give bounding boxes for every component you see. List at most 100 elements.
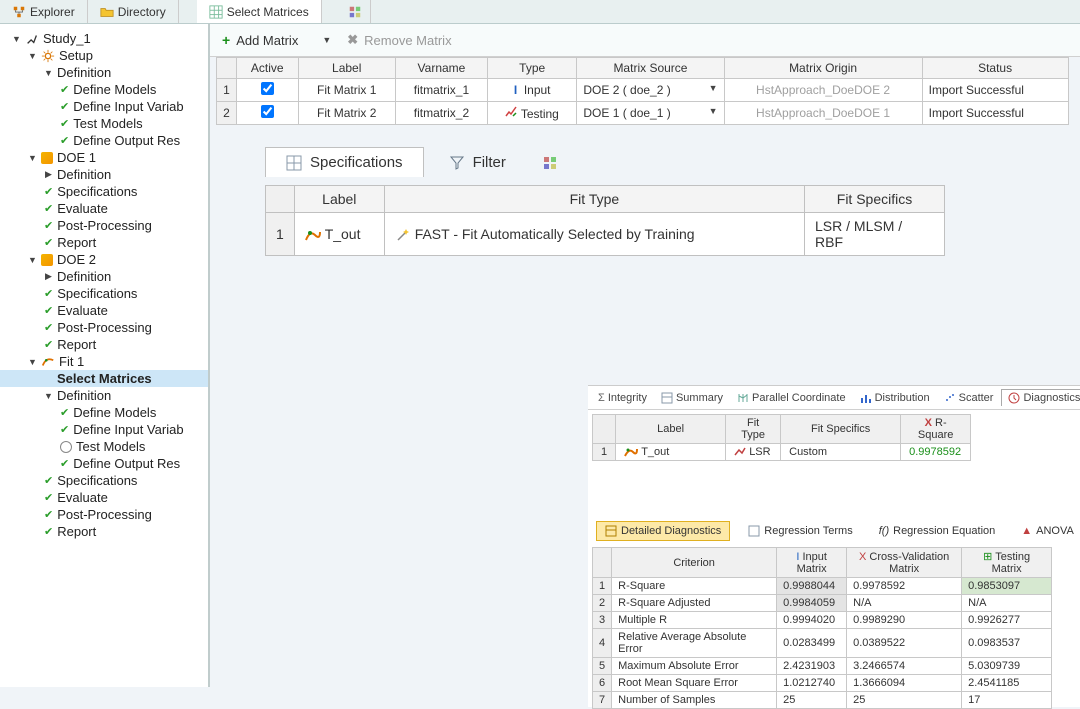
tree-item[interactable]: ✔Define Models	[0, 404, 208, 421]
scope-icon	[25, 32, 39, 46]
line-icon	[734, 447, 746, 457]
table-icon	[605, 525, 617, 537]
grid-icon	[209, 5, 223, 19]
tree-doe1-def[interactable]: ▶Definition	[0, 166, 208, 183]
tree-study[interactable]: ▼Study_1	[0, 30, 208, 47]
remove-matrix-button[interactable]: ✖Remove Matrix	[347, 32, 451, 48]
tree-item[interactable]: ✔Define Input Variab	[0, 421, 208, 438]
criteria-table: Criterion I Input Matrix X Cross-Validat…	[592, 547, 1052, 709]
tree-item[interactable]: ✔Specifications	[0, 183, 208, 200]
tree-item[interactable]: ✔Post-Processing	[0, 319, 208, 336]
bars-icon	[860, 392, 872, 404]
table-icon	[748, 525, 760, 537]
tab-extra-grid[interactable]	[531, 148, 569, 177]
spec-row[interactable]: 1 T_out FAST - Fit Automatically Selecte…	[266, 213, 945, 256]
tree-doe1[interactable]: ▼DOE 1	[0, 149, 208, 166]
tree-item[interactable]: ✔Evaluate	[0, 302, 208, 319]
tree-item[interactable]: ✔Evaluate	[0, 200, 208, 217]
tree-item[interactable]: ✔Test Models	[0, 115, 208, 132]
active-checkbox[interactable]	[261, 105, 274, 118]
tab-summary[interactable]: Summary	[655, 390, 729, 406]
tree-fit1[interactable]: ▼Fit 1	[0, 353, 208, 370]
tree-item[interactable]: ✔Report	[0, 523, 208, 540]
tab-diagnostics[interactable]: Diagnostics	[1001, 389, 1080, 406]
tab-explorer[interactable]: Explorer	[0, 0, 88, 23]
tab-select-matrices[interactable]: Select Matrices	[197, 0, 322, 23]
testing-icon	[505, 106, 517, 118]
tree-item[interactable]: ✔Report	[0, 336, 208, 353]
tab-parallel[interactable]: Parallel Coordinate	[731, 390, 852, 406]
tab-distribution[interactable]: Distribution	[854, 390, 936, 406]
subtab-anova[interactable]: ▲ANOVA	[1013, 522, 1080, 540]
tree-setup-def[interactable]: ▼Definition	[0, 64, 208, 81]
matrix-row[interactable]: 2 Fit Matrix 2 fitmatrix_2 Testing DOE 1…	[217, 102, 1069, 125]
active-checkbox[interactable]	[261, 82, 274, 95]
tab-integrity[interactable]: ΣIntegrity	[592, 390, 653, 406]
fit-result-table: Label Fit Type Fit Specifics X R-Square …	[592, 414, 971, 461]
subtab-detailed-diagnostics[interactable]: Detailed Diagnostics	[596, 521, 730, 541]
tab-label: Explorer	[30, 5, 75, 19]
spec-table: Label Fit Type Fit Specifics 1 T_out FAS…	[265, 185, 945, 256]
explorer-tree: ▼Study_1 ▼Setup ▼Definition ✔Define Mode…	[0, 24, 210, 687]
tree-doe2-def[interactable]: ▶Definition	[0, 268, 208, 285]
output-var-icon	[624, 446, 638, 458]
cube-icon	[41, 152, 53, 164]
wand-icon	[395, 228, 411, 242]
crit-row: 7Number of Samples252517	[593, 692, 1052, 709]
matrix-table: Active Label Varname Type Matrix Source …	[216, 57, 1069, 125]
subtab-regression-terms[interactable]: Regression Terms	[740, 522, 860, 540]
table-icon	[661, 392, 673, 404]
tree-item[interactable]: ✔Specifications	[0, 285, 208, 302]
tree-icon	[12, 5, 26, 19]
funnel-icon	[449, 155, 465, 171]
subtab-regression-equation[interactable]: f()Regression Equation	[871, 522, 1004, 540]
chevron-down-icon[interactable]: ▼	[709, 83, 718, 93]
tree-fit-def[interactable]: ▼Definition	[0, 387, 208, 404]
tab-filter[interactable]: Filter	[428, 147, 527, 177]
parallel-icon	[737, 392, 749, 404]
col-label: Label	[298, 58, 395, 79]
tree-item[interactable]: ✔Define Output Res	[0, 132, 208, 149]
scatter-icon	[944, 392, 956, 404]
crit-row: 4Relative Average Absolute Error0.028349…	[593, 629, 1052, 658]
tree-doe2[interactable]: ▼DOE 2	[0, 251, 208, 268]
tree-item[interactable]: ✔Specifications	[0, 472, 208, 489]
col-varname: Varname	[395, 58, 487, 79]
add-matrix-button[interactable]: +Add Matrix▼	[222, 32, 331, 48]
crit-row: 5Maximum Absolute Error2.42319033.246657…	[593, 658, 1052, 675]
crit-row: 2R-Square Adjusted0.9984059N/AN/A	[593, 595, 1052, 612]
chevron-down-icon[interactable]: ▼	[709, 106, 718, 116]
grid-extra-icon	[542, 155, 558, 171]
crit-row: 1R-Square0.99880440.99785920.9853097	[593, 578, 1052, 595]
empty-circle-icon	[60, 441, 72, 453]
grid-icon	[286, 155, 302, 171]
diagnostics-panel: ΣIntegrity Summary Parallel Coordinate D…	[588, 385, 1080, 707]
tree-item[interactable]: ✔Define Output Res	[0, 455, 208, 472]
tree-setup[interactable]: ▼Setup	[0, 47, 208, 64]
tree-item[interactable]: ✔Post-Processing	[0, 217, 208, 234]
tab-extra-grid[interactable]	[340, 0, 371, 23]
tab-specifications[interactable]: Specifications	[265, 147, 424, 177]
col-status: Status	[922, 58, 1068, 79]
tab-label: Select Matrices	[227, 5, 309, 19]
tree-item[interactable]: ✔Evaluate	[0, 489, 208, 506]
tree-item[interactable]: ✔Post-Processing	[0, 506, 208, 523]
gear-icon	[41, 49, 55, 63]
tab-label: Directory	[118, 5, 166, 19]
crit-row: 3Multiple R0.99940200.99892900.9926277	[593, 612, 1052, 629]
tree-item[interactable]: Test Models	[0, 438, 208, 455]
cube-icon	[41, 254, 53, 266]
tree-item[interactable]: ✔Define Models	[0, 81, 208, 98]
grid-extra-icon	[348, 5, 362, 19]
tree-select-matrices[interactable]: ▶Select Matrices	[0, 370, 208, 387]
tree-item[interactable]: ✔Define Input Variab	[0, 98, 208, 115]
crit-row: 6Root Mean Square Error1.02127401.366609…	[593, 675, 1052, 692]
matrix-row[interactable]: 1 Fit Matrix 1 fitmatrix_1 I Input DOE 2…	[217, 79, 1069, 102]
tab-scatter[interactable]: Scatter	[938, 390, 1000, 406]
fit-result-row[interactable]: 1 T_out LSR Custom 0.9978592	[593, 444, 971, 461]
output-var-icon	[305, 228, 321, 242]
fit-icon	[41, 355, 55, 369]
tab-directory[interactable]: Directory	[88, 0, 179, 23]
tree-item[interactable]: ✔Report	[0, 234, 208, 251]
diagnostic-icon	[1008, 392, 1020, 404]
